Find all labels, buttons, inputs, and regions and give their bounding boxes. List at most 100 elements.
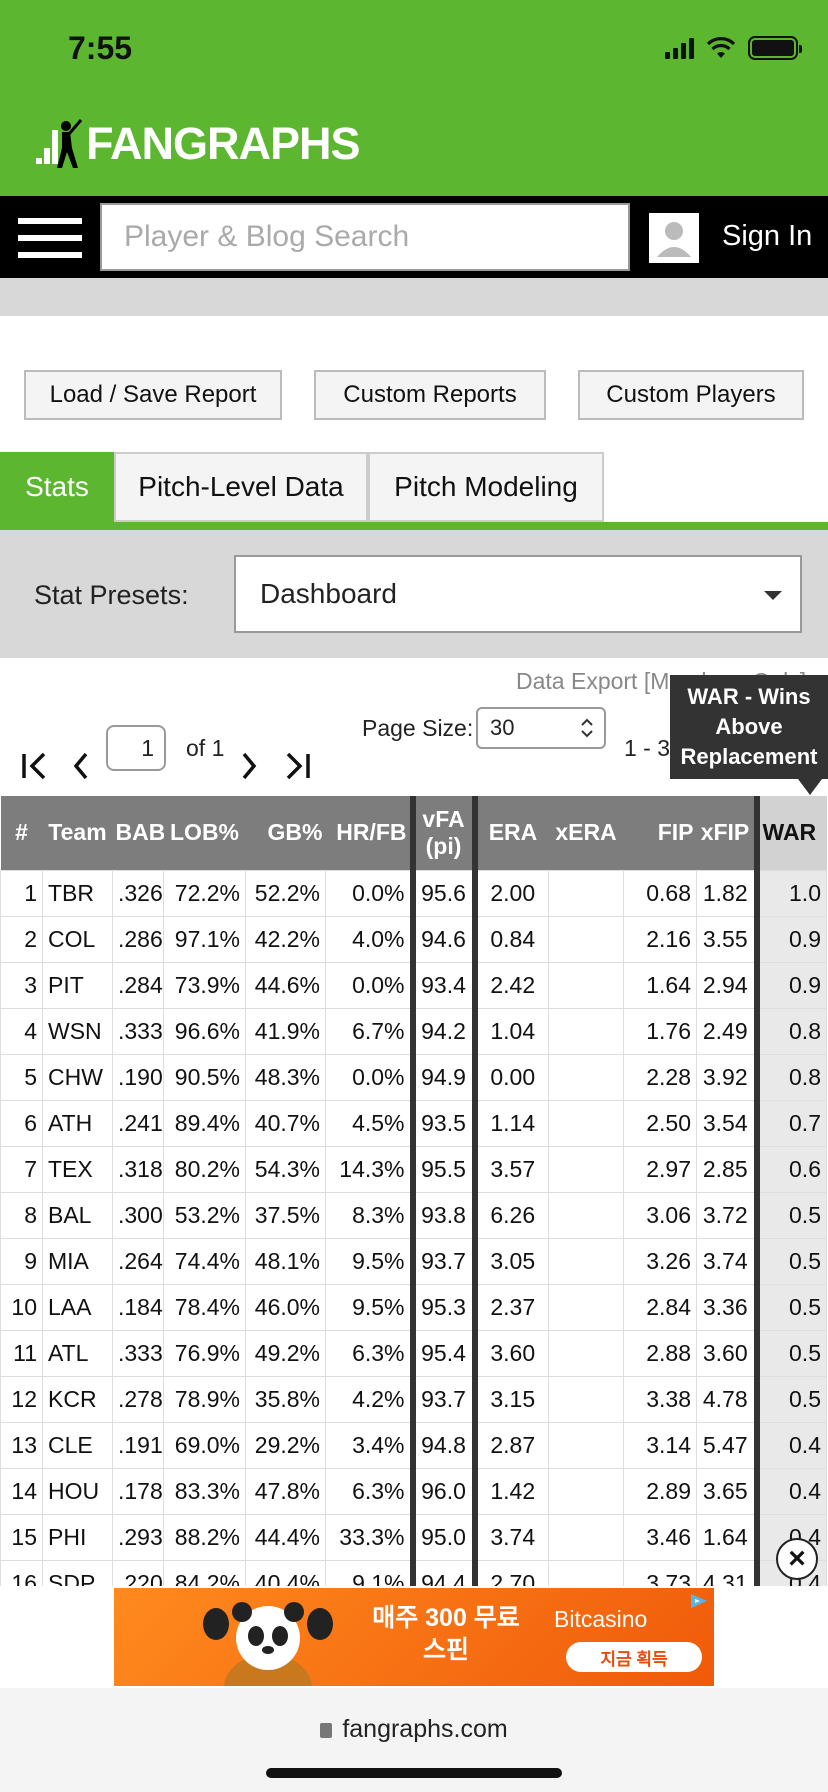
- table-cell: 6.3%: [325, 1467, 413, 1515]
- table-cell: 0.5: [753, 1329, 827, 1377]
- team-link[interactable]: TEX: [42, 1145, 113, 1193]
- table-cell: 2.49: [696, 1007, 757, 1055]
- sign-in-link[interactable]: Sign In: [722, 220, 812, 253]
- table-cell: [548, 1237, 624, 1285]
- team-link[interactable]: MIA: [42, 1237, 113, 1285]
- stat-presets-select[interactable]: Dashboard: [234, 555, 802, 633]
- column-header[interactable]: GB%: [245, 796, 326, 870]
- column-header[interactable]: ERA: [471, 796, 549, 870]
- ad-banner[interactable]: 매주 300 무료 스핀 Bitcasino 지금 획득: [114, 1588, 714, 1686]
- table-cell: 93.7: [409, 1237, 475, 1285]
- table-cell: 96.0: [409, 1467, 475, 1515]
- table-cell: 29.2%: [245, 1421, 326, 1469]
- column-header[interactable]: BABIP: [112, 796, 164, 870]
- leaderboard-table: # Team BABIP LOB% GB% HR/FB vFA (pi) ERA…: [0, 796, 828, 1586]
- table-cell: [548, 1007, 624, 1055]
- table-row: 14 HOU .178 83.3% 47.8% 6.3% 96.0 1.42 2.89 3.65 0…: [0, 1467, 827, 1515]
- table-cell: .333: [112, 1007, 164, 1055]
- column-header[interactable]: Team: [42, 796, 113, 870]
- team-link[interactable]: CHW: [42, 1053, 113, 1101]
- table-cell: 9.5%: [325, 1237, 413, 1285]
- table-cell: 2.00: [471, 869, 549, 917]
- team-link[interactable]: HOU: [42, 1467, 113, 1515]
- team-link[interactable]: PHI: [42, 1513, 113, 1561]
- table-cell: 14: [0, 1467, 43, 1515]
- load-save-report-button[interactable]: Load / Save Report: [24, 370, 282, 420]
- column-header[interactable]: LOB%: [163, 796, 246, 870]
- table-cell: [548, 915, 624, 963]
- batter-logo-icon: [36, 119, 82, 168]
- page-size-select[interactable]: 30: [476, 707, 606, 749]
- team-link[interactable]: COL: [42, 915, 113, 963]
- logo-text: FANGRAPHS: [86, 118, 361, 169]
- table-cell: 96.6%: [163, 1007, 246, 1055]
- table-cell: 11: [0, 1329, 43, 1377]
- team-link[interactable]: WSN: [42, 1007, 113, 1055]
- table-cell: 8: [0, 1191, 43, 1239]
- table-cell: 3.36: [696, 1283, 757, 1331]
- column-header[interactable]: WAR: [753, 796, 827, 870]
- search-input[interactable]: Player & Blog Search: [100, 203, 630, 271]
- team-link[interactable]: PIT: [42, 961, 113, 1009]
- column-header[interactable]: FIP: [623, 796, 697, 870]
- last-page-icon[interactable]: [282, 748, 312, 784]
- next-page-icon[interactable]: [238, 748, 260, 784]
- table-cell: 33.3%: [325, 1513, 413, 1561]
- table-cell: 2.84: [623, 1283, 697, 1331]
- tab-pitch-level-data[interactable]: Pitch-Level Data: [114, 452, 368, 522]
- address-bar[interactable]: fangraphs.com: [0, 1715, 828, 1744]
- ad-cta-button[interactable]: 지금 획득: [566, 1642, 702, 1672]
- team-link[interactable]: LAA: [42, 1283, 113, 1331]
- table-cell: .284: [112, 961, 164, 1009]
- table-cell: 74.4%: [163, 1237, 246, 1285]
- page-number-input[interactable]: 1: [106, 725, 166, 771]
- custom-reports-button[interactable]: Custom Reports: [314, 370, 546, 420]
- table-cell: 6: [0, 1099, 43, 1147]
- lock-icon: [320, 1723, 333, 1738]
- table-cell: [548, 1329, 624, 1377]
- menu-icon[interactable]: [18, 218, 82, 258]
- page-total-label: of 1: [186, 735, 225, 761]
- table-cell: 95.3: [409, 1283, 475, 1331]
- table-cell: 0.7: [753, 1099, 827, 1147]
- table-row: 5 CHW .190 90.5% 48.3% 0.0% 94.9 0.00 2.28 3.92 0.…: [0, 1053, 827, 1101]
- fangraphs-logo[interactable]: FANGRAPHS: [36, 118, 361, 170]
- table-cell: [548, 1467, 624, 1515]
- table-cell: .191: [112, 1421, 164, 1469]
- table-cell: 0.84: [471, 915, 549, 963]
- table-cell: 48.3%: [245, 1053, 326, 1101]
- table-cell: 3.14: [623, 1421, 697, 1469]
- close-ad-button[interactable]: ×: [776, 1538, 818, 1580]
- team-link[interactable]: TBR: [42, 869, 113, 917]
- previous-page-icon[interactable]: [70, 748, 92, 784]
- table-cell: 0.5: [753, 1191, 827, 1239]
- team-link[interactable]: KCR: [42, 1375, 113, 1423]
- team-link[interactable]: SDP: [42, 1559, 113, 1586]
- war-tooltip: WAR - Wins Above Replacement: [670, 675, 828, 795]
- column-header[interactable]: HR/FB: [325, 796, 413, 870]
- table-cell: 0.8: [753, 1053, 827, 1101]
- home-indicator[interactable]: [266, 1768, 562, 1778]
- table-cell: 2.89: [623, 1467, 697, 1515]
- team-link[interactable]: BAL: [42, 1191, 113, 1239]
- team-link[interactable]: CLE: [42, 1421, 113, 1469]
- table-cell: 1.76: [623, 1007, 697, 1055]
- user-avatar-icon[interactable]: [649, 213, 699, 263]
- tab-pitch-modeling[interactable]: Pitch Modeling: [368, 452, 604, 522]
- stepper-arrows-icon: [581, 718, 593, 738]
- table-cell: 89.4%: [163, 1099, 246, 1147]
- custom-players-button[interactable]: Custom Players: [578, 370, 804, 420]
- table-cell: 3: [0, 961, 43, 1009]
- column-header[interactable]: xERA: [548, 796, 624, 870]
- table-cell: 12: [0, 1375, 43, 1423]
- adchoices-icon[interactable]: [688, 1592, 710, 1610]
- first-page-icon[interactable]: [20, 748, 50, 784]
- column-header[interactable]: #: [0, 796, 43, 870]
- table-row: 16SDP.22084.2%40.4%9.1%94.42.703.734.310…: [0, 1559, 827, 1586]
- team-link[interactable]: ATL: [42, 1329, 113, 1377]
- tab-stats[interactable]: Stats: [0, 452, 114, 522]
- column-header[interactable]: xFIP: [696, 796, 757, 870]
- table-cell: 93.7: [409, 1375, 475, 1423]
- team-link[interactable]: ATH: [42, 1099, 113, 1147]
- column-header[interactable]: vFA (pi): [409, 796, 475, 870]
